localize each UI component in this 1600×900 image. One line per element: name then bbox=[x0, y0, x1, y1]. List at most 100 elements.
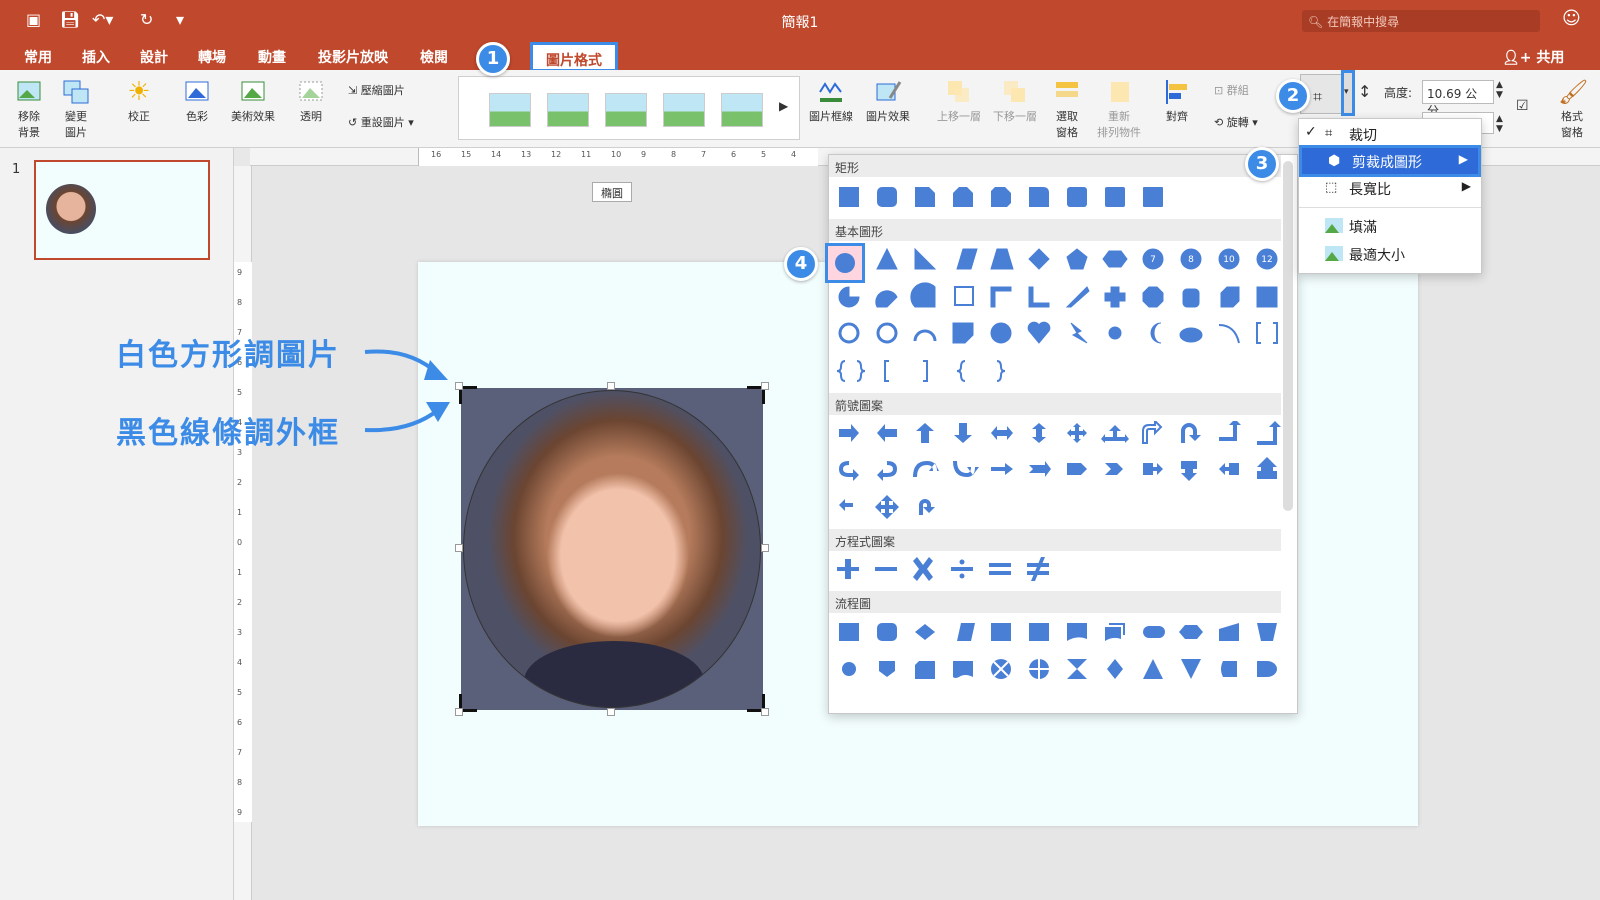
shape-quad-arrow-callout bbox=[875, 495, 899, 519]
resize-handle[interactable] bbox=[607, 382, 615, 390]
shape-flowchart-decision bbox=[915, 624, 935, 640]
slide-thumbnail[interactable] bbox=[34, 160, 210, 260]
gallery-next-icon[interactable]: ▶ bbox=[779, 99, 788, 113]
format-pane-button[interactable]: 🖌︎ 格式 窗格 bbox=[1552, 78, 1592, 140]
annotation-arrows bbox=[364, 349, 450, 433]
transparency-button[interactable]: 透明 bbox=[290, 78, 332, 124]
resize-handle[interactable] bbox=[607, 708, 615, 716]
bring-forward-button[interactable]: 上移一層 bbox=[934, 78, 984, 124]
tab-home[interactable]: 常用 bbox=[24, 47, 52, 67]
title-bar: ▣ 💾︎ ↶▾ ↻ ▾ 簡報1 🔍︎ 在簡報中搜尋 ☺ bbox=[0, 0, 1600, 42]
shape-left-bracket bbox=[884, 360, 889, 382]
resize-handle[interactable] bbox=[455, 544, 463, 552]
ruler-tick: 15 bbox=[461, 150, 472, 159]
corrections-button[interactable]: ☀ 校正 bbox=[118, 78, 160, 124]
chevron-down-icon: ▾ bbox=[1344, 87, 1349, 97]
crop-dropdown-arrow[interactable]: ▾ bbox=[1341, 70, 1355, 116]
search-input[interactable]: 🔍︎ 在簡報中搜尋 bbox=[1302, 10, 1540, 32]
oval-shape-highlight[interactable] bbox=[825, 243, 865, 283]
tab-animations[interactable]: 動畫 bbox=[258, 47, 286, 67]
artistic-effects-icon bbox=[241, 81, 265, 101]
shape-flowchart-document bbox=[1067, 623, 1087, 641]
shape-flowchart-preparation bbox=[1179, 625, 1203, 639]
remove-background-button[interactable]: 移除 背景 bbox=[10, 78, 48, 140]
share-button[interactable]: 👤︎+ 共用 bbox=[1502, 47, 1564, 67]
shape-math-not-equal-slash bbox=[1031, 557, 1045, 581]
picture-effects-button[interactable]: 圖片效果 bbox=[862, 78, 914, 124]
tab-review[interactable]: 檢閱 bbox=[420, 47, 448, 67]
picture-styles-gallery[interactable]: ▶ bbox=[458, 76, 800, 140]
shape-parallelogram bbox=[956, 248, 978, 270]
tab-slideshow[interactable]: 投影片放映 bbox=[318, 47, 388, 67]
shape-curved-down-arrow bbox=[953, 461, 979, 477]
shape-math-divide bbox=[951, 567, 973, 571]
selection-pane-button[interactable]: 選取 窗格 bbox=[1046, 78, 1088, 140]
feedback-smiley-icon[interactable]: ☺ bbox=[1562, 8, 1581, 29]
shape-left-up-arrow bbox=[1219, 421, 1241, 441]
aspect-ratio-icon: ⬚ bbox=[1325, 180, 1338, 195]
tab-insert[interactable]: 插入 bbox=[82, 47, 110, 67]
menu-item-fill[interactable]: 填滿 bbox=[1299, 213, 1481, 239]
shape-triangle bbox=[876, 247, 898, 270]
shape-diamond bbox=[1028, 248, 1050, 270]
tab-transitions[interactable]: 轉場 bbox=[198, 47, 226, 67]
section-rectangles: 矩形 bbox=[829, 155, 1281, 177]
shape-flowchart-extract bbox=[1143, 659, 1163, 679]
resize-handle[interactable] bbox=[761, 382, 769, 390]
menu-item-fit[interactable]: 最適大小 bbox=[1299, 241, 1481, 267]
ruler-tick: 11 bbox=[581, 150, 592, 159]
shape-plus bbox=[1104, 286, 1126, 308]
resize-handle[interactable] bbox=[761, 544, 769, 552]
ruler-tick: 5 bbox=[237, 388, 243, 397]
compress-pictures-button[interactable]: ⇲ 壓縮圖片 bbox=[348, 82, 430, 98]
shape-down-arrow-callout bbox=[1181, 461, 1197, 481]
artistic-effects-button[interactable]: 美術效果 bbox=[226, 78, 280, 124]
oval-shape-icon bbox=[835, 253, 855, 273]
remove-background-icon bbox=[17, 81, 41, 101]
send-backward-button[interactable]: 下移一層 bbox=[990, 78, 1040, 124]
picture-style-3[interactable] bbox=[605, 93, 647, 127]
color-button[interactable]: 色彩 bbox=[176, 78, 218, 124]
crop-icon: ⌗ bbox=[1325, 126, 1333, 141]
ruler-tick: 5 bbox=[237, 688, 243, 697]
shape-flowchart-data bbox=[957, 623, 975, 641]
resize-handle[interactable] bbox=[761, 708, 769, 716]
lock-aspect-checkbox[interactable]: ☑ bbox=[1516, 98, 1529, 114]
picture-style-5[interactable] bbox=[721, 93, 763, 127]
height-input[interactable]: 10.69 公分 bbox=[1422, 80, 1494, 118]
menu-item-crop[interactable]: ✓ ⌗ 裁切 bbox=[1299, 121, 1481, 147]
shape-flowchart-connector bbox=[842, 662, 856, 676]
reset-picture-button[interactable]: ↺ 重設圖片 ▾ bbox=[348, 114, 438, 130]
menu-item-aspect-ratio[interactable]: ⬚ 長寬比 ▶ bbox=[1299, 175, 1481, 201]
shape-math-minus bbox=[875, 567, 897, 571]
cropped-photo[interactable] bbox=[455, 382, 769, 716]
reset-icon: ↺ bbox=[348, 116, 358, 129]
ruler-tick: 9 bbox=[641, 150, 647, 159]
shape-number-10: 10 bbox=[1223, 255, 1235, 265]
shape-l-shape bbox=[1028, 286, 1050, 308]
picture-style-1[interactable] bbox=[489, 93, 531, 127]
ruler-tick: 1 bbox=[237, 568, 243, 577]
shapes-scrollbar[interactable] bbox=[1283, 161, 1293, 511]
shape-round-diagonal bbox=[1105, 187, 1125, 207]
width-stepper[interactable]: ▲ ▼ bbox=[1496, 114, 1503, 134]
menu-item-crop-to-shape[interactable]: ⬢ 剪裁成圖形 ▶ bbox=[1299, 145, 1481, 177]
height-stepper[interactable]: ▲ ▼ bbox=[1496, 80, 1503, 100]
change-picture-button[interactable]: 變更 圖片 bbox=[56, 78, 96, 140]
ruler-tick: 3 bbox=[237, 628, 243, 637]
resize-handle[interactable] bbox=[455, 708, 463, 716]
step-badge-2: 2 bbox=[1276, 79, 1310, 113]
picture-border-button[interactable]: 圖片框線 bbox=[806, 78, 856, 124]
group-button[interactable]: ⊡ 群組 bbox=[1214, 82, 1270, 98]
equation-shapes-row bbox=[837, 557, 1049, 581]
reorder-objects-button[interactable]: 重新 排列物件 bbox=[1092, 78, 1146, 140]
align-icon bbox=[1166, 80, 1187, 104]
picture-style-2[interactable] bbox=[547, 93, 589, 127]
tab-picture-format[interactable]: 圖片格式 bbox=[530, 42, 618, 72]
slide-thumbnail-pane: 1 bbox=[0, 148, 234, 900]
rotate-button[interactable]: ⟲ 旋轉 ▾ bbox=[1214, 114, 1274, 130]
align-button[interactable]: 對齊 bbox=[1156, 78, 1198, 124]
shapes-gallery-panel[interactable]: 矩形 基本圖形 7 8 10 12 箭號圖案 方程式圖案 流程圖 bbox=[828, 154, 1298, 714]
tab-design[interactable]: 設計 bbox=[140, 47, 168, 67]
picture-style-4[interactable] bbox=[663, 93, 705, 127]
